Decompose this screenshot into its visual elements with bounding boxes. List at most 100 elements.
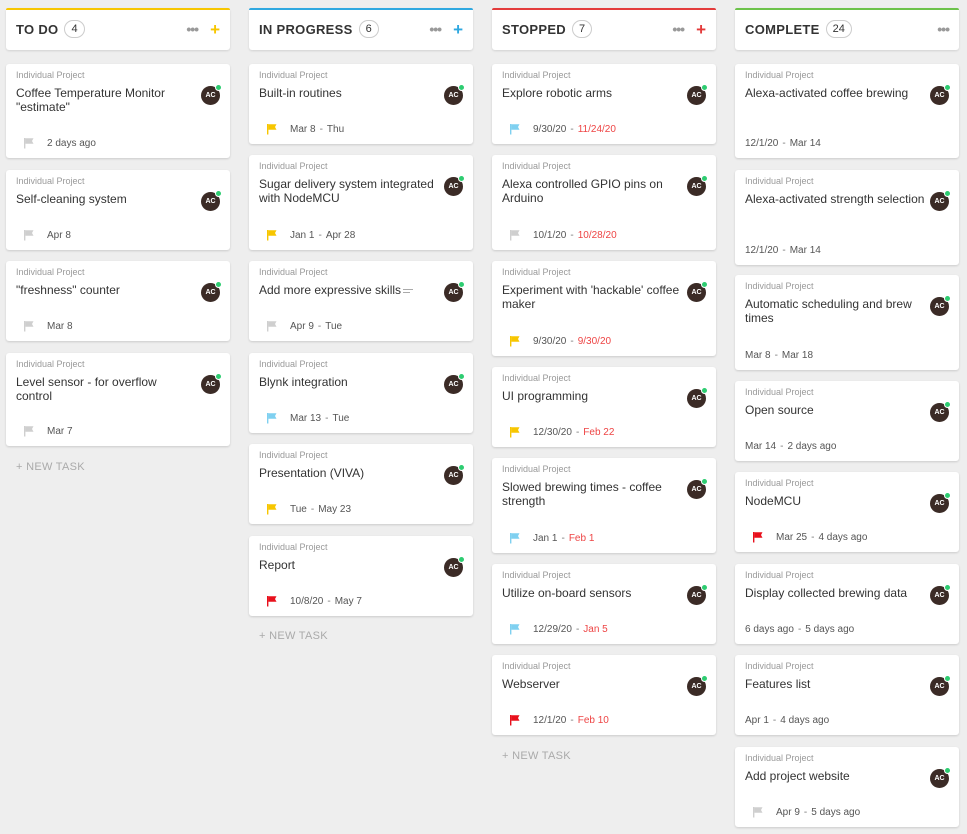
- assignee-avatar[interactable]: AC: [687, 84, 708, 105]
- start-date[interactable]: 12/1/20: [745, 245, 778, 256]
- task-card[interactable]: Individual Project Display collected brew…: [735, 564, 959, 644]
- start-date[interactable]: 12/30/20: [533, 427, 572, 438]
- flag-icon[interactable]: [266, 595, 278, 607]
- task-title[interactable]: Experiment with 'hackable' coffee maker: [502, 283, 682, 311]
- due-date[interactable]: Mar 18: [782, 350, 813, 361]
- due-date[interactable]: Jan 5: [583, 624, 607, 635]
- task-title[interactable]: "freshness" counter: [16, 283, 196, 297]
- flag-icon[interactable]: [23, 137, 35, 149]
- task-title[interactable]: Coffee Temperature Monitor "estimate": [16, 86, 196, 114]
- assignee-avatar[interactable]: AC: [930, 584, 951, 605]
- due-date[interactable]: Thu: [327, 124, 344, 135]
- assignee-avatar[interactable]: AC: [201, 373, 222, 394]
- more-options-icon[interactable]: •••: [429, 21, 442, 37]
- start-date[interactable]: Mar 13: [290, 413, 321, 424]
- due-date[interactable]: 4 days ago: [818, 532, 867, 543]
- flag-icon[interactable]: [509, 714, 521, 726]
- add-task-icon[interactable]: +: [453, 21, 463, 38]
- due-date[interactable]: Mar 14: [790, 245, 821, 256]
- due-date[interactable]: 2 days ago: [787, 441, 836, 452]
- start-date[interactable]: Apr 9: [290, 321, 314, 332]
- task-card[interactable]: Individual Project Coffee Temperature Mon…: [6, 64, 230, 158]
- start-date[interactable]: 2 days ago: [47, 138, 96, 149]
- task-card[interactable]: Individual Project Add more expressive sk…: [249, 261, 473, 341]
- due-date[interactable]: 5 days ago: [805, 624, 854, 635]
- due-date[interactable]: 11/24/20: [578, 124, 616, 135]
- assignee-avatar[interactable]: AC: [444, 556, 465, 577]
- add-task-icon[interactable]: +: [696, 21, 706, 38]
- task-card[interactable]: Individual Project Experiment with 'hacka…: [492, 261, 716, 356]
- task-card[interactable]: Individual Project Blynk integration AC Mar…: [249, 353, 473, 433]
- assignee-avatar[interactable]: AC: [444, 175, 465, 196]
- start-date[interactable]: Mar 25: [776, 532, 807, 543]
- assignee-avatar[interactable]: AC: [930, 84, 951, 105]
- add-task-icon[interactable]: +: [210, 21, 220, 38]
- start-date[interactable]: 12/29/20: [533, 624, 572, 635]
- start-date[interactable]: Apr 8: [47, 230, 71, 241]
- due-date[interactable]: Apr 28: [326, 230, 355, 241]
- start-date[interactable]: Apr 9: [776, 807, 800, 818]
- task-card[interactable]: Individual Project Report AC 10/8/20- May 7: [249, 536, 473, 616]
- assignee-avatar[interactable]: AC: [444, 84, 465, 105]
- new-task-button[interactable]: + NEW TASK: [16, 461, 85, 473]
- assignee-avatar[interactable]: AC: [930, 675, 951, 696]
- task-title[interactable]: Built-in routines: [259, 86, 439, 100]
- start-date[interactable]: 9/30/20: [533, 124, 566, 135]
- due-date[interactable]: May 7: [335, 596, 362, 607]
- start-date[interactable]: Jan 1: [533, 533, 557, 544]
- task-card[interactable]: Individual Project Add project website AC A…: [735, 747, 959, 827]
- due-date[interactable]: May 23: [318, 504, 351, 515]
- task-title[interactable]: Presentation (VIVA): [259, 466, 439, 480]
- task-card[interactable]: Individual Project Alexa-activated streng…: [735, 170, 959, 265]
- flag-icon[interactable]: [509, 532, 521, 544]
- assignee-avatar[interactable]: AC: [444, 281, 465, 302]
- flag-icon[interactable]: [23, 425, 35, 437]
- flag-icon[interactable]: [266, 503, 278, 515]
- task-card[interactable]: Individual Project Sugar delivery system …: [249, 155, 473, 250]
- task-title[interactable]: Explore robotic arms: [502, 86, 682, 100]
- new-task-button[interactable]: + NEW TASK: [259, 630, 328, 642]
- task-card[interactable]: Individual Project NodeMCU AC Mar 25-4 days…: [735, 472, 959, 552]
- assignee-avatar[interactable]: AC: [930, 401, 951, 422]
- due-date[interactable]: Feb 22: [583, 427, 614, 438]
- task-card[interactable]: Individual Project "freshness" counter AC M…: [6, 261, 230, 341]
- task-title[interactable]: Self-cleaning system: [16, 192, 196, 206]
- due-date[interactable]: Mar 14: [790, 138, 821, 149]
- more-options-icon[interactable]: •••: [672, 21, 685, 37]
- flag-icon[interactable]: [752, 531, 764, 543]
- assignee-avatar[interactable]: AC: [444, 373, 465, 394]
- flag-icon[interactable]: [23, 320, 35, 332]
- task-title[interactable]: Sugar delivery system integrated with No…: [259, 177, 439, 205]
- start-date[interactable]: 12/1/20: [745, 138, 778, 149]
- task-title[interactable]: UI programming: [502, 389, 682, 403]
- assignee-avatar[interactable]: AC: [930, 295, 951, 316]
- start-date[interactable]: 9/30/20: [533, 336, 566, 347]
- flag-icon[interactable]: [752, 806, 764, 818]
- task-title[interactable]: Alexa-activated strength selection: [745, 192, 925, 206]
- assignee-avatar[interactable]: AC: [687, 281, 708, 302]
- task-card[interactable]: Individual Project Level sensor - for ove…: [6, 353, 230, 446]
- flag-icon[interactable]: [509, 426, 521, 438]
- task-title[interactable]: Utilize on-board sensors: [502, 586, 682, 600]
- flag-icon[interactable]: [266, 320, 278, 332]
- assignee-avatar[interactable]: AC: [687, 675, 708, 696]
- task-title[interactable]: Open source: [745, 403, 925, 417]
- task-title[interactable]: Display collected brewing data: [745, 586, 925, 600]
- assignee-avatar[interactable]: AC: [687, 387, 708, 408]
- flag-icon[interactable]: [23, 229, 35, 241]
- flag-icon[interactable]: [509, 229, 521, 241]
- assignee-avatar[interactable]: AC: [687, 478, 708, 499]
- start-date[interactable]: 12/1/20: [533, 715, 566, 726]
- start-date[interactable]: Jan 1: [290, 230, 314, 241]
- due-date[interactable]: Tue: [325, 321, 342, 332]
- start-date[interactable]: 10/1/20: [533, 230, 566, 241]
- task-card[interactable]: Individual Project Utilize on-board senso…: [492, 564, 716, 644]
- start-date[interactable]: 10/8/20: [290, 596, 323, 607]
- task-card[interactable]: Individual Project UI programming AC 12/30/…: [492, 367, 716, 447]
- start-date[interactable]: 6 days ago: [745, 624, 794, 635]
- task-title[interactable]: Level sensor - for overflow control: [16, 375, 196, 403]
- flag-icon[interactable]: [509, 623, 521, 635]
- start-date[interactable]: Mar 8: [290, 124, 316, 135]
- start-date[interactable]: Mar 8: [745, 350, 771, 361]
- assignee-avatar[interactable]: AC: [444, 464, 465, 485]
